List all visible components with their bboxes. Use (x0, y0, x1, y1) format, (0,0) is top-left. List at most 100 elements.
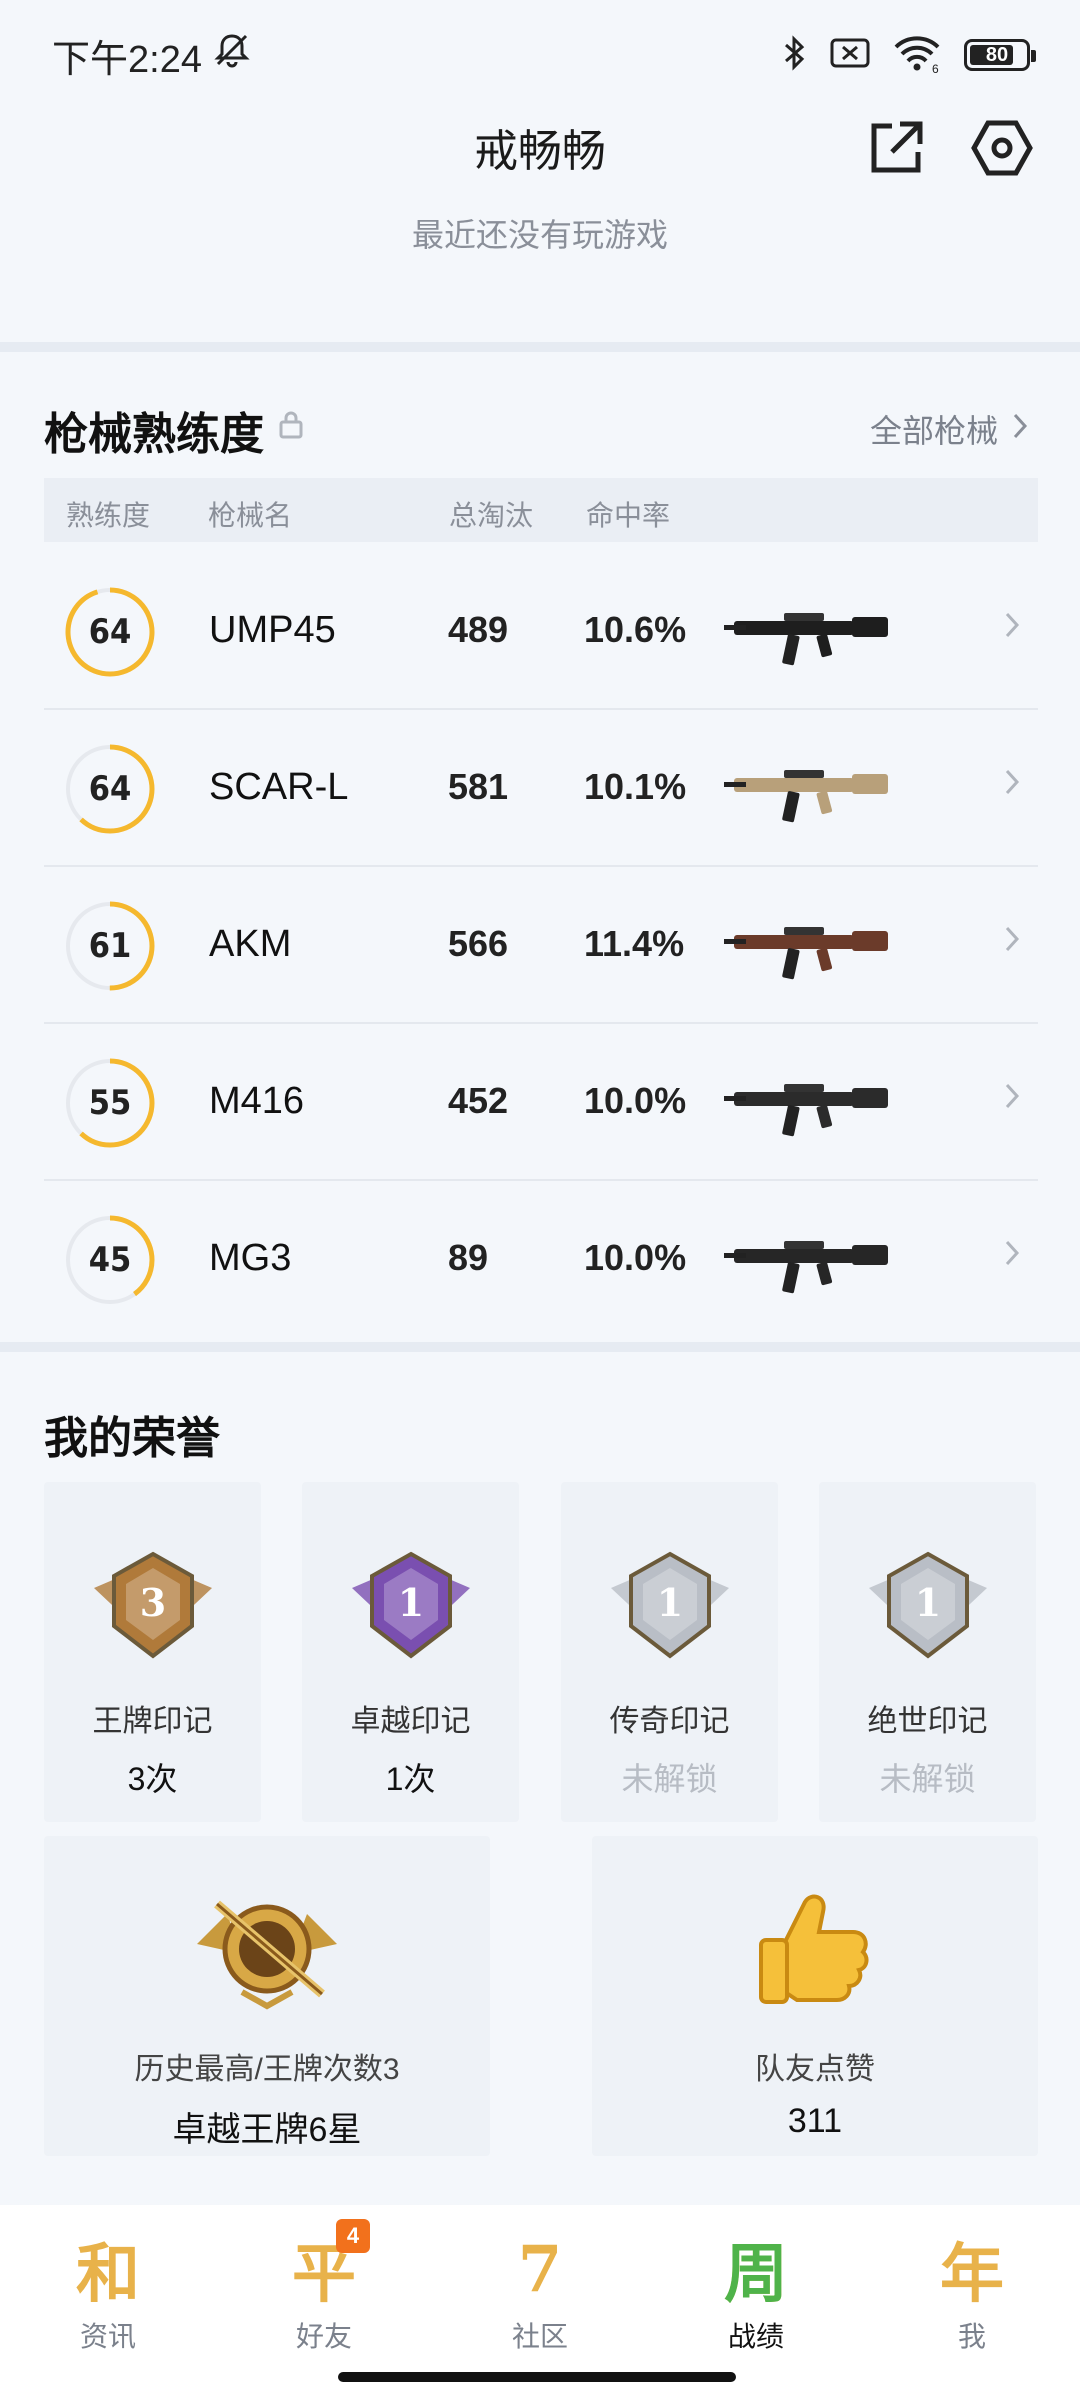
proficiency-value: 45 (88, 1240, 132, 1280)
gun-row[interactable]: 64 UMP45 489 10.6% (44, 553, 1038, 710)
gun-row[interactable]: 55 M416 452 10.0% (44, 1024, 1038, 1181)
col-kills: 总淘汰 (449, 500, 534, 531)
page-subtitle: 最近还没有玩游戏 (411, 217, 668, 253)
share-icon[interactable] (858, 110, 934, 186)
gun-kills: 489 (448, 609, 509, 650)
honor-value: 未解锁 (621, 1761, 718, 1797)
nav-label: 好友 (295, 2321, 352, 2352)
nav-tab-me[interactable]: 年我 (864, 2205, 1080, 2400)
honor-label: 绝世印记 (867, 1705, 988, 1738)
all-guns-label: 全部枪械 (869, 413, 998, 449)
honor-badge-icon: 1 (868, 1551, 987, 1659)
gun-section-title: 枪械熟练度 (44, 410, 264, 459)
gun-name: SCAR-L (209, 766, 349, 808)
honor-label: 卓越印记 (350, 1705, 471, 1738)
teammate-likes-card[interactable]: 队友点赞 311 (592, 1836, 1038, 2156)
col-gun-name: 枪械名 (208, 500, 293, 531)
section-divider (0, 1342, 1080, 1352)
best-rank-label: 历史最高/王牌次数3 (134, 2053, 400, 2086)
chevron-right-icon (1004, 1082, 1020, 1115)
nav-label: 我 (957, 2321, 986, 2352)
gun-kills: 566 (448, 923, 509, 964)
proficiency-ring: 45 (64, 1214, 156, 1306)
stats-tab-icon: 周 (717, 2233, 795, 2312)
notification-badge: 4 (336, 2219, 370, 2253)
honor-card[interactable]: 1 卓越印记 1次 (302, 1482, 519, 1822)
honor-badge-icon: 3 (93, 1551, 212, 1659)
proficiency-value: 55 (88, 1083, 132, 1123)
honor-card[interactable]: 1 绝世印记未解锁 (819, 1482, 1036, 1822)
wifi-icon: 6 (892, 33, 942, 78)
gun-kills: 89 (448, 1237, 489, 1278)
thumbs-up-icon (759, 1894, 869, 2004)
gun-kills: 452 (448, 1080, 509, 1121)
col-proficiency: 熟练度 (66, 500, 151, 531)
news-tab-icon: 和 (76, 2237, 140, 2312)
chevron-right-icon (1004, 768, 1020, 801)
status-bar: 下午2:24 6 80 (0, 0, 1080, 110)
honor-badge-icon: 1 (351, 1551, 470, 1659)
nav-tab-friends[interactable]: 平好友 4 (216, 2205, 432, 2400)
honor-label: 传奇印记 (609, 1705, 730, 1738)
honor-value: 3次 (127, 1761, 178, 1797)
chevron-right-icon (1012, 411, 1028, 448)
likes-value: 311 (787, 2102, 843, 2140)
nav-label: 战绩 (727, 2321, 784, 2352)
me-tab-icon: 年 (940, 2237, 1004, 2312)
nav-tab-news[interactable]: 和资讯 (0, 2205, 216, 2400)
gun-name: M416 (209, 1080, 305, 1122)
honor-card[interactable]: 1 传奇印记未解锁 (561, 1482, 778, 1822)
nav-tab-stats[interactable]: 周战绩 (648, 2205, 864, 2400)
proficiency-ring: 64 (64, 586, 156, 678)
bluetooth-icon (782, 33, 808, 78)
gun-row[interactable]: 45 MG3 89 10.0% (44, 1181, 1038, 1338)
proficiency-value: 64 (88, 612, 132, 652)
gun-hit-rate: 10.6% (584, 609, 687, 650)
lock-icon (278, 410, 304, 445)
ace-rank-badge-icon (197, 1900, 337, 2010)
honor-label: 王牌印记 (92, 1705, 213, 1738)
gun-row[interactable]: 61 AKM 566 11.4% (44, 867, 1038, 1024)
gun-hit-rate: 10.0% (584, 1080, 687, 1121)
proficiency-ring: 61 (64, 900, 156, 992)
honor-card[interactable]: 3 王牌印记 3次 (44, 1482, 261, 1822)
gun-name: AKM (209, 923, 292, 965)
chevron-right-icon (1004, 925, 1020, 958)
gun-hit-rate: 11.4% (584, 923, 685, 964)
battery-level: 80 (985, 43, 1009, 66)
gun-image-icon (724, 1084, 888, 1137)
honor-value: 未解锁 (879, 1761, 976, 1797)
honor-value: 1次 (385, 1761, 436, 1797)
gun-row[interactable]: 64 SCAR-L 581 10.1% (44, 710, 1038, 867)
nav-label: 资讯 (79, 2321, 136, 2352)
proficiency-value: 64 (88, 769, 132, 809)
all-guns-link[interactable]: 全部枪械 (870, 406, 1028, 452)
gun-hit-rate: 10.0% (584, 1237, 687, 1278)
best-rank-card[interactable]: 历史最高/王牌次数3 卓越王牌6星 (44, 1836, 490, 2156)
gun-name: UMP45 (209, 609, 336, 651)
gun-name: MG3 (209, 1237, 292, 1279)
best-rank-value: 卓越王牌6星 (172, 2111, 362, 2149)
gun-image-icon (724, 770, 888, 823)
gun-kills: 581 (448, 766, 509, 807)
proficiency-value: 61 (88, 926, 132, 966)
proficiency-ring: 64 (64, 743, 156, 835)
gun-image-icon (724, 613, 888, 666)
home-indicator[interactable] (338, 2372, 736, 2382)
gun-table-header: 熟练度 枪械名 总淘汰 命中率 (44, 478, 1038, 542)
community-tab-icon: 7 (517, 2231, 563, 2307)
badge-number: 3 (139, 1580, 165, 1625)
honor-badge-icon: 1 (610, 1551, 729, 1659)
nav-tab-community[interactable]: 7 社区 (432, 2205, 648, 2400)
col-hit-rate: 命中率 (586, 500, 671, 531)
status-left: 下午2:24 (52, 28, 252, 83)
settings-icon[interactable] (964, 110, 1040, 186)
nav-label: 社区 (511, 2321, 568, 2352)
proficiency-ring: 55 (64, 1057, 156, 1149)
badge-number: 1 (656, 1580, 682, 1625)
status-time: 下午2:24 (52, 38, 202, 81)
sim-disabled-icon (830, 36, 870, 75)
chevron-right-icon (1004, 1239, 1020, 1272)
gun-image-icon (724, 927, 888, 980)
chevron-right-icon (1004, 611, 1020, 644)
